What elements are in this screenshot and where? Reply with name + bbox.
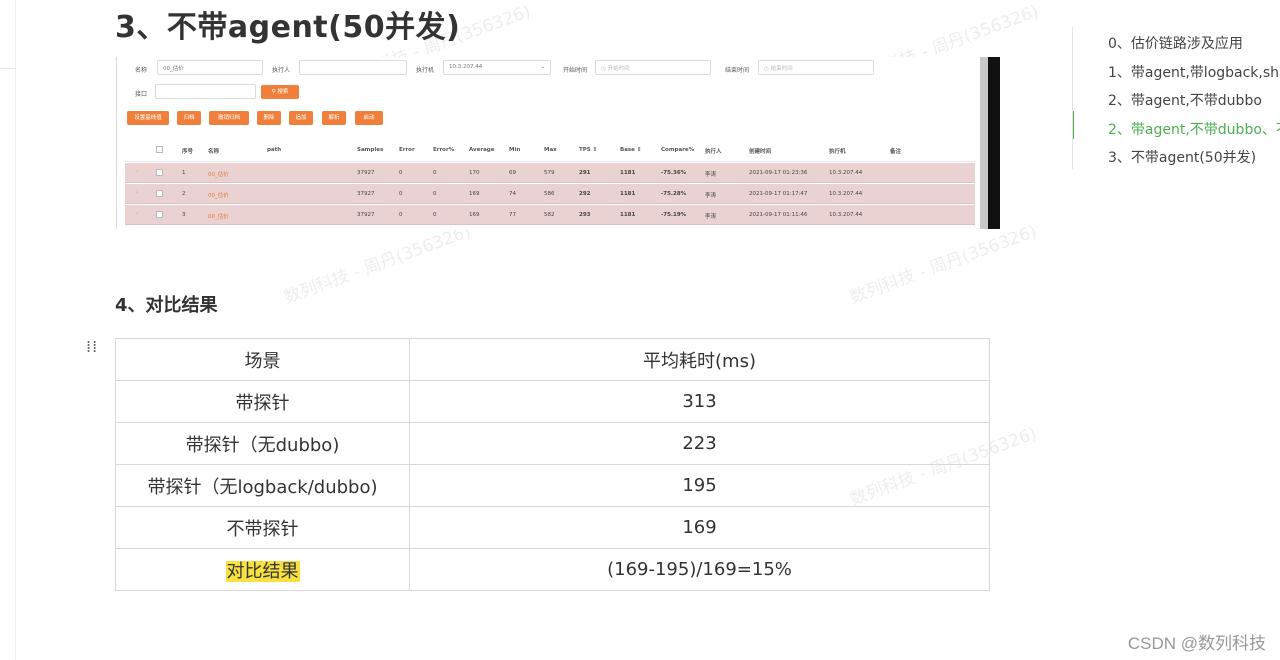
filter-label-executor: 执行人 (272, 67, 291, 74)
scene-cell: 对比结果 (115, 548, 410, 591)
screenshot-scrollbar (980, 57, 988, 229)
filter-label-start: 开始时间 (563, 67, 588, 74)
section-heading-4: 4、对比结果 (115, 295, 218, 316)
scene-cell: 带探针 (115, 380, 410, 423)
embedded-screenshot: 名称 00_估价 执行人 执行机 10.3.207.44 ⌄ 开始时间 ◷ 开始时… (116, 57, 1000, 229)
filter-end-placeholder: 结束时间 (770, 66, 793, 72)
col-tps: TPS ⇕ (579, 147, 598, 153)
toc-item-active[interactable]: 2、带agent,不带dubbo、不 (1108, 119, 1280, 139)
table-row: › 1 00_估价 37927 0 0 170 69 579 291 1181 … (125, 163, 975, 183)
screenshot-edge (988, 57, 1000, 229)
col-average: Average (469, 147, 495, 153)
col-name: 名称 (208, 149, 220, 155)
table-row: › 2 00_估价 37927 0 0 169 74 586 292 1181 … (125, 184, 975, 204)
action-archive: 归档 (177, 111, 201, 125)
rail-divider (0, 68, 16, 69)
highlighted-text: 对比结果 (225, 560, 300, 582)
scene-cell: 带探针（无logback/dubbo) (115, 464, 410, 507)
toc-item[interactable]: 3、不带agent(50并发) (1108, 147, 1256, 167)
row-checkbox (156, 169, 163, 176)
left-rail (0, 0, 16, 660)
section-heading-3: 3、不带agent(50并发) (115, 10, 461, 45)
col-machine: 执行机 (829, 149, 846, 155)
col-error-pct: Error% (433, 147, 455, 153)
action-start: 启动 (355, 111, 383, 125)
table-row: 对比结果 (169-195)/169=15% (115, 548, 990, 591)
filter-start-input: ◷ 开始时间 (595, 60, 711, 75)
avg-time-cell: 195 (409, 464, 990, 507)
filter-label-interface: 接口 (135, 91, 148, 98)
col-min: Min (509, 147, 521, 153)
filter-machine-select: 10.3.207.44 ⌄ (443, 60, 551, 75)
filter-interface-input (155, 84, 256, 99)
toc-item[interactable]: 1、带agent,带logback,shade (1108, 62, 1280, 82)
drag-handle-icon[interactable]: ⁞⁞ (86, 339, 98, 355)
table-row: 带探针 313 (115, 380, 990, 423)
filter-label-end: 结束时间 (725, 67, 750, 74)
table-row: 带探针（无dubbo) 223 (115, 422, 990, 465)
action-append: 追加 (289, 111, 313, 125)
filter-machine-value: 10.3.207.44 (449, 64, 483, 70)
table-row: › 3 00_估价 37927 0 0 169 77 582 293 1181 … (125, 205, 975, 225)
filter-name-input: 00_估价 (157, 60, 263, 75)
table-header-row: 场景 平均耗时(ms) (115, 338, 990, 381)
expand-icon: › (136, 169, 139, 175)
filter-executor-input (299, 60, 407, 75)
filter-label-name: 名称 (135, 67, 148, 74)
scene-cell: 带探针（无dubbo) (115, 422, 410, 465)
row-checkbox (156, 190, 163, 197)
filter-label-machine: 执行机 (416, 67, 435, 74)
col-compare: Compare% (661, 147, 695, 153)
action-unarchive: 撤销归档 (209, 111, 249, 125)
header-scene: 场景 (115, 338, 410, 381)
filter-start-placeholder: 开始时间 (607, 66, 630, 72)
action-delete: 删除 (257, 111, 281, 125)
col-executor: 执行人 (705, 149, 722, 155)
avg-time-cell: (169-195)/169=15% (409, 548, 990, 591)
watermark: 数列科技 - 周丹(356326) (281, 221, 474, 308)
toc-item[interactable]: 2、带agent,不带dubbo (1108, 90, 1262, 110)
col-created: 创建时间 (749, 149, 772, 155)
col-max: Max (544, 147, 557, 153)
action-set-baseline: 设置基线值 (127, 111, 169, 125)
header-avg-time: 平均耗时(ms) (409, 338, 990, 381)
comparison-table: 场景 平均耗时(ms) 带探针 313 带探针（无dubbo) 223 带探针（… (115, 338, 990, 591)
toc-active-marker (1073, 111, 1074, 139)
result-table-header: 序号 名称 path Samples Error Error% Average … (125, 138, 975, 162)
chevron-down-icon: ⌄ (540, 64, 545, 70)
table-of-contents: 0、估价链路涉及应用 1、带agent,带logback,shade 2、带ag… (1072, 27, 1280, 169)
row-checkbox (156, 211, 163, 218)
expand-icon: › (136, 190, 139, 196)
csdn-watermark: CSDN @数列科技 (1127, 634, 1266, 653)
col-remark: 备注 (890, 149, 902, 155)
expand-icon: › (136, 211, 139, 217)
scene-cell: 不带探针 (115, 506, 410, 549)
col-error: Error (399, 147, 415, 153)
avg-time-cell: 313 (409, 380, 990, 423)
table-row: 不带探针 169 (115, 506, 990, 549)
col-no: 序号 (182, 149, 194, 155)
filter-end-input: ◷ 结束时间 (758, 60, 874, 75)
action-parse: 解析 (322, 111, 346, 125)
toc-item[interactable]: 0、估价链路涉及应用 (1108, 33, 1243, 53)
table-row: 带探针（无logback/dubbo) 195 (115, 464, 990, 507)
avg-time-cell: 223 (409, 422, 990, 465)
watermark: 数列科技 - 周丹(356326) (847, 221, 1040, 308)
search-button: ⚲ 搜索 (261, 85, 299, 99)
avg-time-cell: 169 (409, 506, 990, 549)
col-samples: Samples (357, 147, 384, 153)
col-path: path (267, 147, 282, 153)
col-base: Base ⇕ (620, 147, 642, 153)
select-all-checkbox (156, 146, 163, 153)
